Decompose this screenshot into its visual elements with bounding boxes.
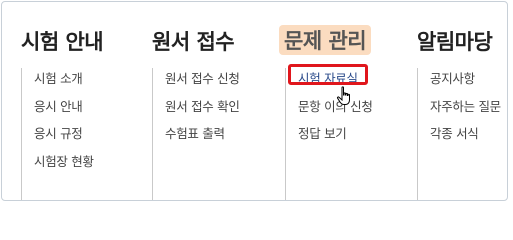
menu-item-print-ticket[interactable]: 수험표 출력 xyxy=(165,124,240,152)
column-divider xyxy=(285,68,286,200)
mega-menu-panel: 시험 안내 시험 소개 응시 안내 응시 규정 시험장 현황 원서 접수 원서 … xyxy=(1,1,508,201)
column-divider xyxy=(152,68,153,200)
menu-item-notices[interactable]: 공지사항 xyxy=(430,69,501,97)
menu-item-exam-intro[interactable]: 시험 소개 xyxy=(34,69,94,97)
menu-header-notice-board[interactable]: 알림마당 xyxy=(417,26,493,56)
menu-item-forms[interactable]: 각종 서식 xyxy=(430,124,501,152)
menu-item-apply[interactable]: 원서 접수 신청 xyxy=(165,69,240,97)
menu-item-exam-rules[interactable]: 응시 규정 xyxy=(34,124,94,152)
menu-header-application[interactable]: 원서 접수 xyxy=(152,26,235,56)
hand-pointer-cursor-icon xyxy=(336,86,350,105)
menu-header-exam-info[interactable]: 시험 안내 xyxy=(21,26,104,56)
menu-item-view-answers[interactable]: 정답 보기 xyxy=(298,124,373,152)
submenu-list: 시험 소개 응시 안내 응시 규정 시험장 현황 xyxy=(34,69,94,179)
menu-item-test-center-status[interactable]: 시험장 현황 xyxy=(34,152,94,180)
column-divider xyxy=(21,68,22,200)
submenu-list: 원서 접수 신청 원서 접수 확인 수험표 출력 xyxy=(165,69,240,152)
highlight-box xyxy=(288,64,368,85)
column-divider xyxy=(417,68,418,200)
menu-item-faq[interactable]: 자주하는 질문 xyxy=(430,97,501,125)
menu-item-application-guide[interactable]: 응시 안내 xyxy=(34,97,94,125)
submenu-list: 시험 자료실 문항 이의 신청 정답 보기 xyxy=(288,64,373,152)
menu-header-question-management[interactable]: 문제 관리 xyxy=(279,25,372,55)
submenu-list: 공지사항 자주하는 질문 각종 서식 xyxy=(430,69,501,152)
menu-item-apply-confirm[interactable]: 원서 접수 확인 xyxy=(165,97,240,125)
